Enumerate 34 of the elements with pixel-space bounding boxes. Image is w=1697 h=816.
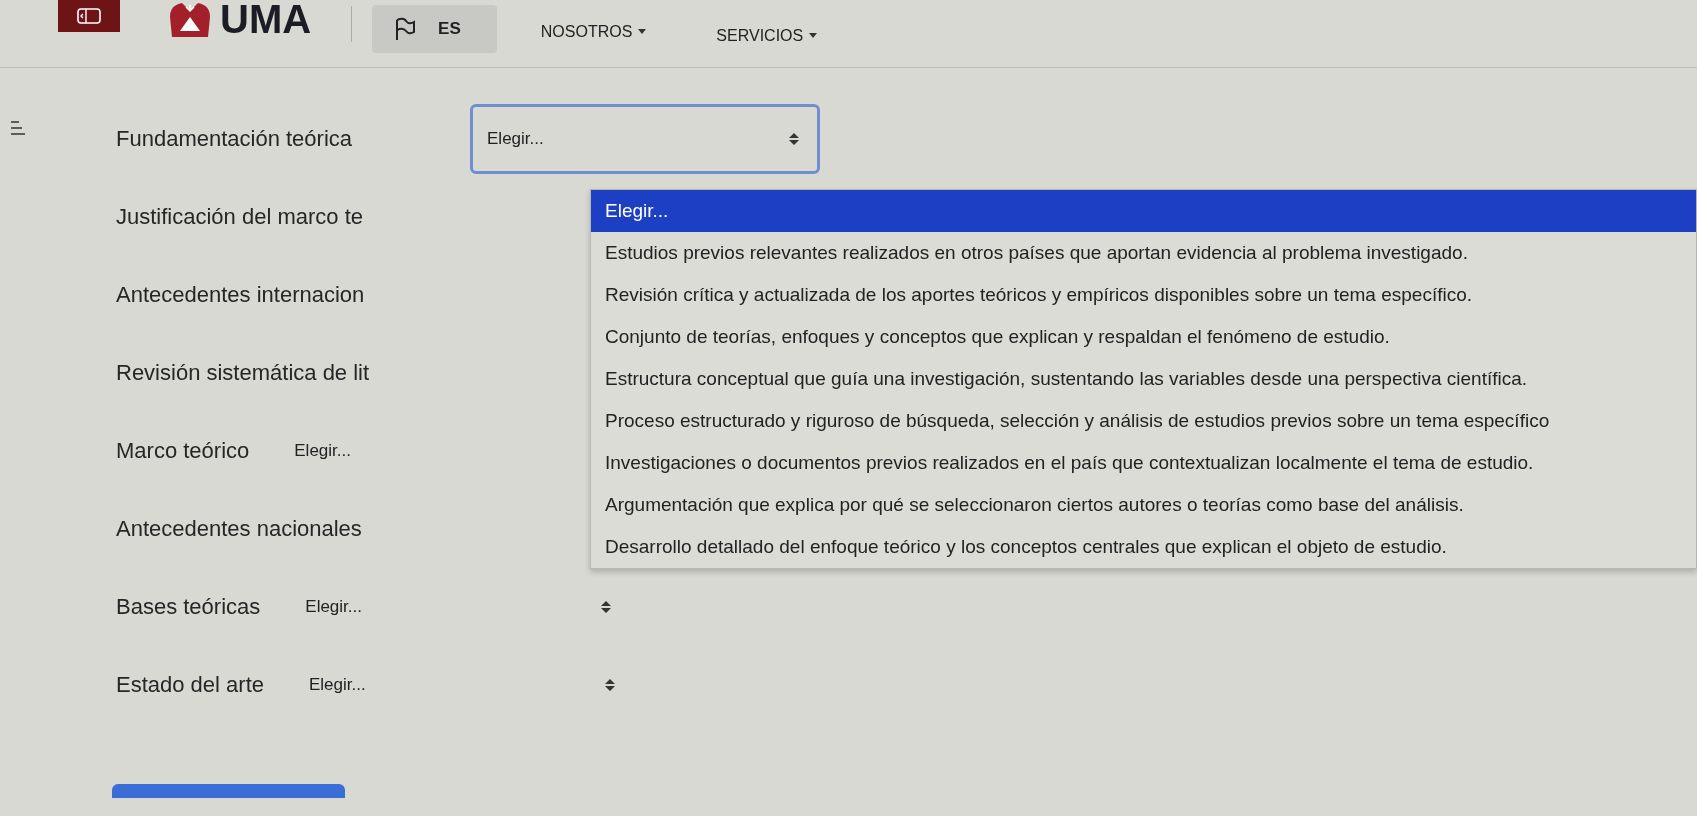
language-button[interactable]: ES (372, 4, 497, 53)
sidebar-toggle-button[interactable] (58, 0, 120, 32)
nav-menu-button[interactable]: NOSOTROS (534, 17, 653, 46)
caret-icon (809, 33, 818, 38)
field-label: Antecedentes nacionales (116, 516, 362, 542)
select-field[interactable]: Elegir... (470, 104, 821, 174)
field-label: Justificación del marco te (116, 204, 363, 230)
field-label: Bases teóricas (116, 594, 261, 620)
sort-arrows-icon (601, 600, 612, 614)
field-label: Fundamentación teórica (116, 126, 353, 152)
panel-icon (77, 7, 101, 24)
dropdown-option[interactable]: Conjunto de teorías, enfoques y conceptos que explican y respaldan el fenómeno de estudio. (591, 316, 1696, 358)
dropdown-option[interactable]: Proceso estructurado y riguroso de búsqueda, selección y análisis de estudios previos sobre un tema específico (591, 400, 1696, 442)
field-label: Marco teórico (116, 438, 250, 464)
dropdown-option[interactable]: Investigaciones o documentos previos realizados en el país que contextualizan localmente el tema de estudio. (591, 442, 1696, 484)
menu-icon[interactable] (10, 120, 26, 136)
field-label: Revisión sistemática de lit (116, 360, 370, 386)
nav-menu-button[interactable]: SERVICIOS (710, 25, 824, 46)
dropdown-option[interactable]: Elegir... (591, 190, 1696, 232)
dropdown-option[interactable]: Revisión crítica y actualizada de los aportes teóricos y empíricos disponibles sobre un tema específico. (591, 274, 1696, 316)
caret-icon (638, 29, 647, 34)
select-field[interactable]: Elegir... (290, 583, 631, 631)
sort-arrows-icon (789, 132, 800, 146)
dropdown-option[interactable]: Estructura conceptual que guía una investigación, sustentando las variables desde una perspectiva científica. (591, 358, 1696, 400)
field-label: Antecedentes internacion (116, 282, 365, 308)
dropdown-option[interactable]: Argumentación que explica por qué se seleccionaron ciertos autores o teorías como base del análisis. (591, 484, 1696, 526)
dropdown-option[interactable]: Estudios previos relevantes realizados en otros países que aportan evidencia al problema investigado. (591, 232, 1696, 274)
flag-icon (394, 16, 417, 41)
sort-arrows-icon (605, 678, 615, 692)
brand-name: UMA (220, 0, 312, 42)
select-field[interactable]: Elegir... (294, 661, 634, 709)
select-field[interactable]: Elegir... (279, 427, 380, 475)
dropdown-option[interactable]: Desarrollo detallado del enfoque teórico y los conceptos centrales que explican el objeto de estudio. (591, 526, 1696, 568)
field-label: Estado del arte (116, 672, 264, 698)
